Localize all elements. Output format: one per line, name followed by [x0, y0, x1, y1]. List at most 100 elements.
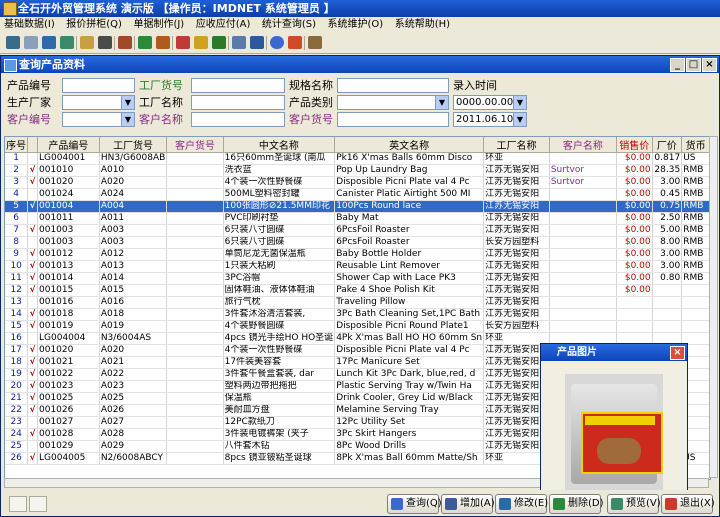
col-factory-price[interactable]: 厂价 [652, 137, 683, 153]
table-row[interactable]: 5 √ 001004 A004 100张圆形⊘21.5MM印花 100Pcs Round … [5, 200, 710, 213]
col-chinese-name[interactable]: 中文名称 [223, 137, 336, 153]
customer-name-cell [549, 200, 617, 213]
factory-name-cell: 江苏无锡安阳 [483, 200, 550, 213]
tip-icon[interactable] [288, 36, 302, 49]
table-row[interactable]: 11 √ 001014 A014 3PC浴帽 Shower Cap with Lace P… [5, 272, 710, 285]
date-from-picker[interactable]: 0000.00.00 ▼ [453, 95, 527, 110]
table-row[interactable]: 2 √ 001010 A010 洗衣篮 Pop Up Laundry Bag 江苏无锡安阳 S… [5, 164, 710, 177]
row-number: 24 [5, 428, 29, 441]
table-row[interactable]: 3 √ 001020 A020 4个装一次性野餐碟 Disposible Picni Pl… [5, 176, 710, 189]
edit-button[interactable]: 修改(E) [495, 494, 548, 514]
sale-price-cell: $0.00 [616, 188, 653, 201]
customer-code-select[interactable]: ▼ [62, 112, 135, 127]
app-icon [3, 2, 17, 16]
menu-system[interactable]: 系统维护(O) [324, 17, 388, 33]
image-icon[interactable] [60, 36, 74, 49]
product-code-cell: 001023 [37, 380, 100, 393]
minimize-icon[interactable]: _ [670, 58, 685, 72]
chinese-name-cell: 3件套沐浴清洁套装, [223, 308, 336, 321]
vertical-scrollbar[interactable] [709, 136, 718, 478]
table-row[interactable]: 13 001016 A016 旅行气枕 Traveling Pillow 江苏无锡安阳 [5, 296, 710, 309]
factory-name-cell: 江苏无锡安阳 [483, 296, 550, 309]
factory-icon[interactable] [80, 36, 94, 49]
factory-code-input[interactable] [191, 78, 285, 93]
col-customer-code[interactable]: 客户货号 [166, 137, 224, 153]
add-label: 增加(A) [460, 498, 495, 509]
query-button[interactable]: 查询(Q) [387, 494, 442, 514]
currency-cell: RMB [681, 236, 710, 249]
customer-name-cell [549, 260, 617, 273]
col-product-code[interactable]: 产品编号 [37, 137, 100, 153]
table-row[interactable]: 8 001003 A003 6只装八寸圆碟 6PcsFoil Roaster 长安方园塑料… [5, 236, 710, 249]
menu-receivables[interactable]: 应收应付(A) [192, 17, 255, 33]
database-icon[interactable] [24, 36, 38, 49]
col-currency[interactable]: 货币 [681, 137, 710, 153]
table-row[interactable]: 12 √ 001015 A015 固体鞋油、液体体鞋油 Pake 4 Shoe Polis… [5, 284, 710, 297]
money-bag-icon[interactable] [138, 36, 152, 49]
product-code-input[interactable] [62, 78, 135, 93]
menu-statistics[interactable]: 统计查询(S) [258, 17, 320, 33]
table-row[interactable]: 6 001011 A011 PVC印刷衬垫 Baby Mat 江苏无锡安阳 $0.00 2.5… [5, 212, 710, 225]
close-icon[interactable]: × [670, 346, 685, 360]
customer-icon[interactable] [98, 36, 112, 49]
shipment-icon[interactable] [176, 36, 190, 49]
preview-button[interactable]: 预览(V) [607, 494, 661, 514]
product-code-cell: 001025 [37, 392, 100, 405]
col-sale-price[interactable]: 销售价 [616, 137, 653, 153]
user-icon[interactable] [250, 36, 264, 49]
report-icon[interactable] [156, 36, 170, 49]
bank-icon[interactable] [6, 36, 20, 49]
calendar-icon[interactable] [42, 36, 56, 49]
date-to-picker[interactable]: 2011.06.10 ▼ [453, 112, 527, 127]
table-row[interactable]: 7 √ 001003 A003 6只装八寸圆碟 6PcsFoil Roaster 江苏无锡安… [5, 224, 710, 237]
factory-name-input[interactable] [191, 95, 285, 110]
customer-code-cell [166, 416, 224, 429]
ledger-icon[interactable] [212, 36, 226, 49]
table-row[interactable]: 10 √ 001013 A013 1只装大粘刷 Reusable Lint Remover… [5, 260, 710, 273]
category-select[interactable]: ▼ [337, 95, 449, 110]
stamp-icon[interactable] [118, 36, 132, 49]
maximize-icon[interactable]: □ [686, 58, 701, 72]
settings-icon[interactable] [232, 36, 246, 49]
chinese-name-cell: 3件套午餐盒套装, dar [223, 368, 336, 381]
row-number: 19 [5, 368, 29, 381]
col-seq[interactable]: 序号 [5, 137, 29, 153]
sale-price-cell [616, 296, 653, 309]
customer-item-input[interactable] [337, 112, 449, 127]
menu-help[interactable]: 系统帮助(H) [391, 17, 454, 33]
close-icon[interactable]: × [702, 58, 717, 72]
action-bar: 查询(Q) 增加(A) 修改(E) 删除(D) 预览(V) 退出(X) [1, 490, 719, 516]
delete-button[interactable]: 删除(D) [549, 494, 604, 514]
product-code-cell: 001026 [37, 404, 100, 417]
factory-price-cell [652, 308, 683, 321]
menu-quotation[interactable]: 报价拼柜(Q) [62, 17, 126, 33]
table-row[interactable]: 9 √ 001012 A012 单筒尼龙无菌保温瓶 Baby Bottle Holder 江… [5, 248, 710, 261]
image-toggle-icon[interactable] [29, 496, 47, 512]
exit-button[interactable]: 退出(X) [661, 494, 715, 514]
menu-basic-data[interactable]: 基础数据(I) [0, 17, 59, 33]
customer-name-input[interactable] [191, 112, 285, 127]
table-row[interactable]: 15 √ 001019 A019 4个装野餐圆碟 Disposible Picni Rou… [5, 320, 710, 333]
english-name-cell: Pk16 X'mas Balls 60mm Disco [334, 152, 485, 165]
help-icon[interactable] [270, 36, 284, 49]
table-row[interactable]: 14 √ 001018 A018 3件套沐浴清洁套装, 3Pc Bath Cleaning… [5, 308, 710, 321]
window-menu-icon[interactable] [9, 496, 27, 512]
table-row[interactable]: 1 LG004001 HN3/G6008AB 16只60mm圣诞球 (南瓜 Pk16 X… [5, 152, 710, 165]
pie-chart-icon[interactable] [194, 36, 208, 49]
chevron-down-icon: ▼ [513, 113, 526, 126]
menu-documents[interactable]: 单据制作(J) [129, 17, 188, 33]
entry-time-label: 录入时间 [453, 79, 497, 92]
manufacturer-select[interactable]: ▼ [62, 95, 135, 110]
english-name-cell: 100Pcs Round lace [334, 200, 485, 213]
add-button[interactable]: 增加(A) [441, 494, 495, 514]
spec-input[interactable] [337, 78, 449, 93]
col-customer-name[interactable]: 客户名称 [549, 137, 617, 153]
col-english-name[interactable]: 英文名称 [334, 137, 485, 153]
door-exit-icon[interactable] [308, 36, 322, 49]
table-row[interactable]: 4 001024 A024 500ML塑料密封罐 Canister Platic Air… [5, 188, 710, 201]
col-factory-code[interactable]: 工厂货号 [99, 137, 168, 153]
customer-name-cell [549, 152, 617, 165]
col-check[interactable] [27, 137, 38, 153]
col-factory-name[interactable]: 工厂名称 [483, 137, 550, 153]
row-check-mark: √ [27, 200, 38, 213]
